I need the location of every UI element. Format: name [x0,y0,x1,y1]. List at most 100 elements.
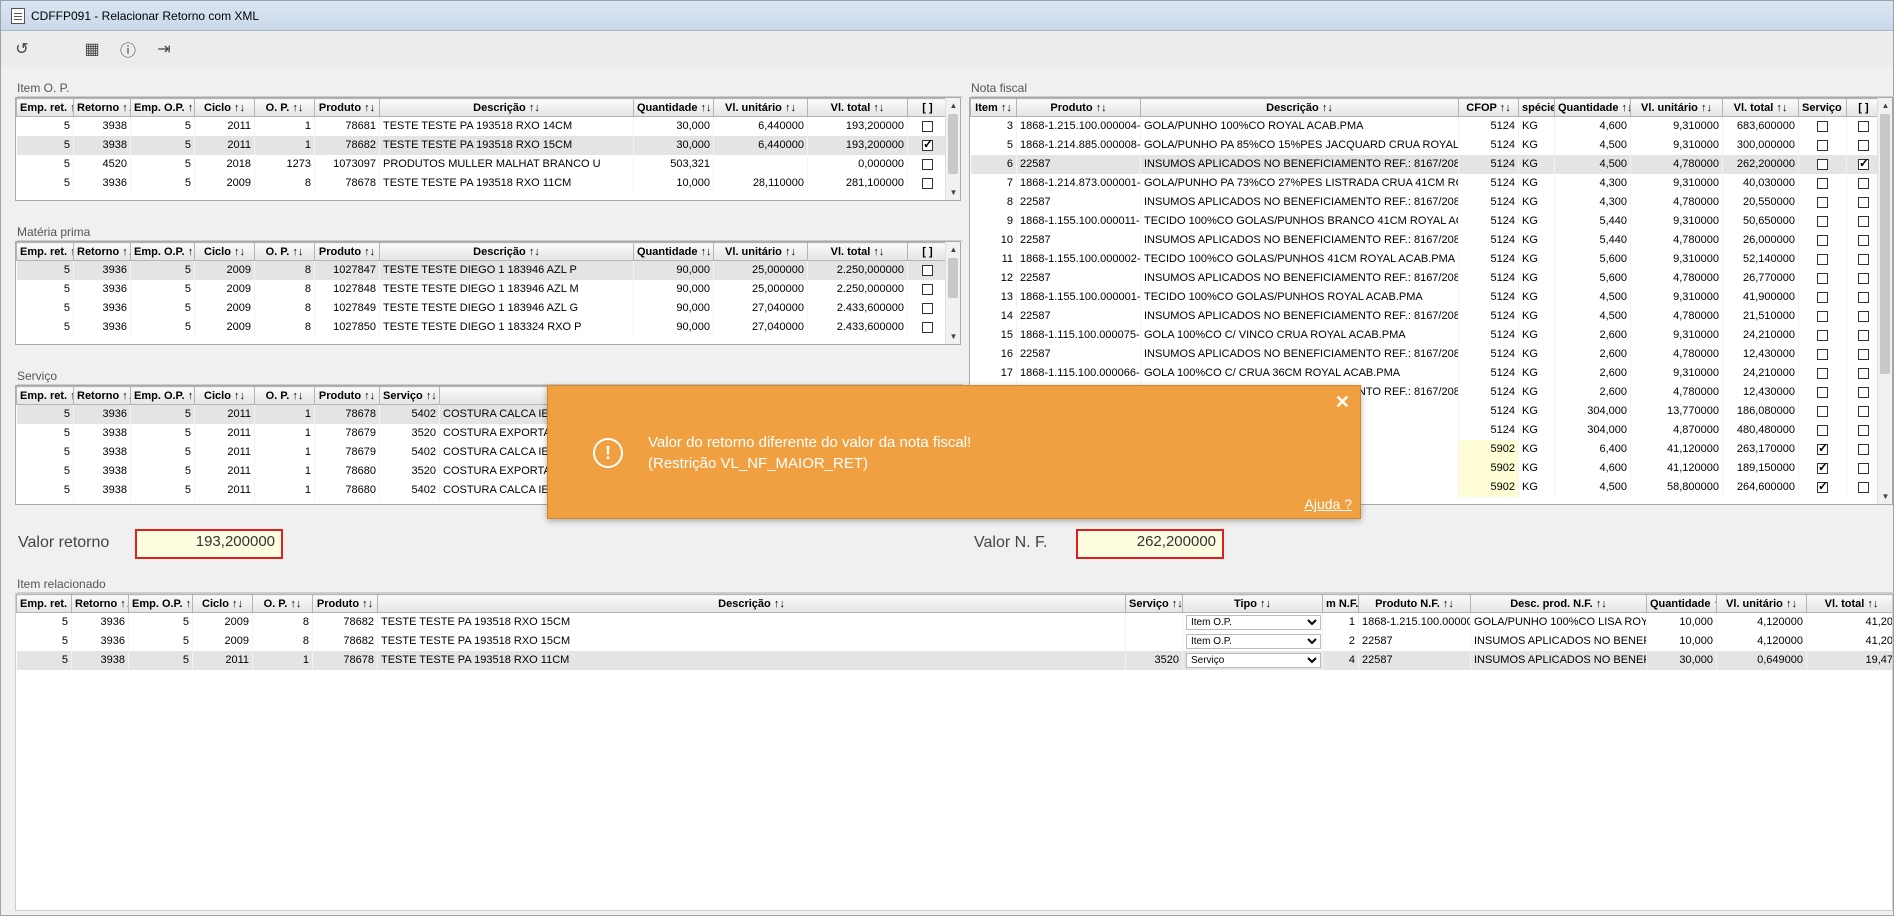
table-row[interactable]: 5 3938 5 2011 1 78681 TESTE TESTE PA 193518 RX… [16,116,948,136]
column-header[interactable]: O. P. ↑↓ [254,98,315,117]
column-header[interactable]: Produto ↑↓ [314,98,380,117]
servico-checkbox[interactable] [1817,272,1828,284]
row-checkbox[interactable] [922,264,933,276]
column-header[interactable]: Vl. total ↑↓ [807,98,908,117]
column-header[interactable]: Retorno ↑↓ [71,594,129,613]
item-op-scrollbar[interactable]: ▲ ▼ [945,98,960,200]
column-header[interactable]: CFOP ↑↓ [1458,98,1519,117]
valor-nf-field[interactable]: 262,200000 [1076,529,1224,559]
row-checkbox[interactable] [1858,367,1869,379]
row-checkbox[interactable] [1858,329,1869,341]
row-checkbox[interactable] [1858,462,1869,474]
column-header[interactable]: Emp. O.P. ↑↓ [130,98,195,117]
column-header[interactable]: Emp. ret. ↑ [16,594,72,613]
table-row[interactable]: 5 3936 5 2009 8 78678 TESTE TESTE PA 193518 RX… [16,173,948,193]
table-row[interactable]: 5 3936 5 2009 8 78682 TESTE TESTE PA 193518 RX… [16,612,1892,632]
servico-checkbox[interactable] [1817,120,1828,132]
table-row[interactable]: 12 22587 INSUMOS APLICADOS NO BENEFICIAMEN… [970,268,1881,288]
table-row[interactable]: 17 1868-1.115.100.000066- GOLA 100%CO C/ C… [970,363,1881,383]
servico-checkbox[interactable] [1817,177,1828,189]
column-header[interactable]: [ ] [1846,98,1881,117]
column-header[interactable]: Emp. ret. ↑ [16,98,74,117]
calendar-icon[interactable]: ▦ [81,39,103,59]
column-header[interactable]: Produto N.F. ↑↓ [1358,594,1471,613]
column-header[interactable]: [ ] [907,98,948,117]
exit-icon[interactable]: ⇥ [153,39,175,59]
column-header[interactable]: O. P. ↑↓ [254,386,315,405]
column-header[interactable]: Ciclo ↑↓ [194,242,255,261]
column-header[interactable]: Vl. total ↑↓ [1722,98,1799,117]
help-link[interactable]: Ajuda ? [1305,496,1352,512]
table-row[interactable]: 11 1868-1.155.100.000002- TECIDO 100%CO GO… [970,249,1881,269]
row-checkbox[interactable] [1858,156,1869,170]
servico-checkbox[interactable] [1817,234,1828,246]
tipo-select[interactable]: Item O.P. [1186,614,1321,630]
table-row[interactable]: 15 1868-1.115.100.000075- GOLA 100%CO C/ V… [970,325,1881,345]
table-row[interactable]: 5 3936 5 2009 8 1027848 TESTE TESTE DIEGO 1 18… [16,279,948,299]
table-row[interactable]: 5 3936 5 2009 8 1027850 TESTE TESTE DIEGO 1 18… [16,317,948,337]
servico-checkbox[interactable] [1817,386,1828,398]
nota-fiscal-scrollbar[interactable]: ▲ ▼ [1877,98,1892,504]
servico-checkbox[interactable] [1817,215,1828,227]
column-header[interactable]: Serviço ↑↓ [379,386,440,405]
column-header[interactable]: Serviço ↑↓ [1125,594,1183,613]
tipo-select[interactable]: Serviço [1186,652,1321,668]
help-icon[interactable]: ⓘ [117,37,139,61]
column-header[interactable]: Descrição ↑↓ [1140,98,1459,117]
column-header[interactable]: Ciclo ↑↓ [192,594,253,613]
column-header[interactable]: Quantidade ↑ [1646,594,1717,613]
row-checkbox[interactable] [1858,253,1869,265]
servico-checkbox[interactable] [1817,460,1828,474]
column-header[interactable]: Emp. ret. ↑ [16,386,74,405]
table-row[interactable]: 10 22587 INSUMOS APLICADOS NO BENEFICIAMEN… [970,230,1881,250]
servico-checkbox[interactable] [1817,367,1828,379]
column-header[interactable]: [ ] [907,242,948,261]
row-checkbox[interactable] [1858,234,1869,246]
column-header[interactable]: Descrição ↑↓ [379,242,634,261]
column-header[interactable]: Produto ↑↓ [1016,98,1141,117]
table-row[interactable]: 5 3936 5 2009 8 1027849 TESTE TESTE DIEGO 1 18… [16,298,948,318]
table-row[interactable]: 13 1868-1.155.100.000001- TECIDO 100%CO GO… [970,287,1881,307]
column-header[interactable]: Descrição ↑↓ [377,594,1126,613]
column-header[interactable]: Emp. ret. ↑ [16,242,74,261]
column-header[interactable]: Vl. unitário ↑↓ [713,242,808,261]
column-header[interactable]: Produto ↑↓ [312,594,378,613]
servico-checkbox[interactable] [1817,329,1828,341]
column-header[interactable]: Emp. O.P. ↑ [128,594,193,613]
table-row[interactable]: 6 22587 INSUMOS APLICADOS NO BENEFICIAMENT… [970,154,1881,174]
servico-checkbox[interactable] [1817,158,1828,170]
column-header[interactable]: O. P. ↑↓ [254,242,315,261]
table-row[interactable]: 5 3936 5 2009 8 78682 TESTE TESTE PA 193518 RX… [16,631,1892,651]
column-header[interactable]: Vl. total ↑↓ [1806,594,1892,613]
table-row[interactable]: 5 3938 5 2011 1 78678 TESTE TESTE PA 193518 RX… [16,650,1892,670]
table-row[interactable]: 16 22587 INSUMOS APLICADOS NO BENEFICIAMEN… [970,344,1881,364]
servico-checkbox[interactable] [1817,139,1828,151]
row-checkbox[interactable] [922,177,933,189]
column-header[interactable]: Serviço ↑↓ [1798,98,1847,117]
column-header[interactable]: Vl. unitário ↑↓ [1716,594,1807,613]
column-header[interactable]: Retorno ↑↓ [73,242,131,261]
row-checkbox[interactable] [1858,443,1869,455]
row-checkbox[interactable] [922,283,933,295]
servico-checkbox[interactable] [1817,310,1828,322]
valor-retorno-field[interactable]: 193,200000 [135,529,283,559]
table-row[interactable]: 7 1868-1.214.873.000001- GOLA/PUNHO PA 73%… [970,173,1881,193]
row-checkbox[interactable] [1858,405,1869,417]
table-row[interactable]: 5 4520 5 2018 1273 1073097 PRODUTOS MULLER MAL… [16,154,948,174]
column-header[interactable]: Desc. prod. N.F. ↑↓ [1470,594,1647,613]
column-header[interactable]: Tipo ↑↓ [1182,594,1323,613]
table-row[interactable]: 5 1868-1.214.885.000008- GOLA/PUNHO PA 85%… [970,135,1881,155]
column-header[interactable]: Emp. O.P. ↑↓ [130,386,195,405]
servico-checkbox[interactable] [1817,479,1828,493]
row-checkbox[interactable] [922,137,933,151]
row-checkbox[interactable] [1858,215,1869,227]
column-header[interactable]: Ciclo ↑↓ [194,386,255,405]
servico-checkbox[interactable] [1817,441,1828,455]
row-checkbox[interactable] [922,302,933,314]
row-checkbox[interactable] [1858,386,1869,398]
row-checkbox[interactable] [1858,272,1869,284]
servico-checkbox[interactable] [1817,424,1828,436]
materia-prima-scrollbar[interactable]: ▲ ▼ [945,242,960,344]
row-checkbox[interactable] [922,120,933,132]
column-header[interactable]: spécie [1518,98,1555,117]
